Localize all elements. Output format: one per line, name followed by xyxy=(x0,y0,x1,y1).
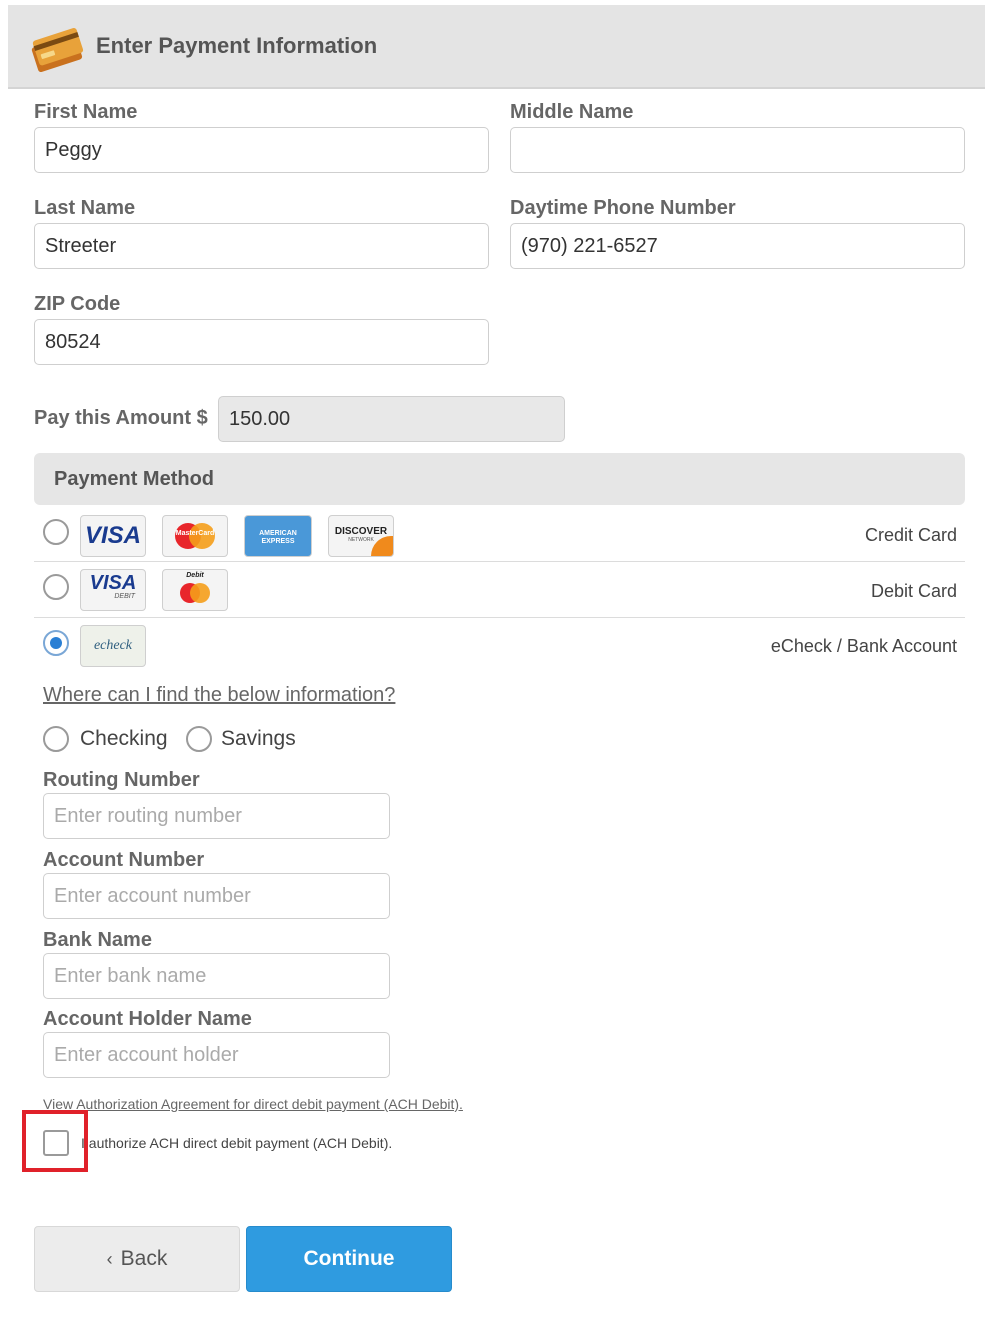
authorize-checkbox[interactable] xyxy=(43,1130,69,1156)
checking-label: Checking xyxy=(80,727,168,750)
page-title: Enter Payment Information xyxy=(96,33,378,58)
amount-label: Pay this Amount $ xyxy=(34,407,208,429)
phone-input[interactable] xyxy=(510,223,965,269)
discover-logo-subtext: NETWORK xyxy=(348,537,374,543)
first-name-input[interactable] xyxy=(34,127,489,173)
credit-cards-icon xyxy=(31,28,84,72)
debit-card-radio[interactable] xyxy=(43,574,69,600)
back-button[interactable]: ‹ Back xyxy=(34,1226,240,1292)
discover-logo: DISCOVER NETWORK xyxy=(328,515,394,557)
checking-radio[interactable] xyxy=(43,726,69,752)
bank-name-label: Bank Name xyxy=(43,929,152,951)
echeck-label: eCheck / Bank Account xyxy=(770,636,957,656)
debit-mastercard-logo-text: Debit xyxy=(186,572,204,579)
zip-label: ZIP Code xyxy=(34,293,121,315)
zip-input[interactable] xyxy=(34,319,489,365)
discover-logo-text: DISCOVER xyxy=(334,526,388,537)
page-header: Enter Payment Information xyxy=(8,5,985,89)
routing-number-input[interactable] xyxy=(43,793,390,839)
mastercard-logo: MasterCard xyxy=(162,515,228,557)
last-name-input[interactable] xyxy=(34,223,489,269)
echeck-radio[interactable] xyxy=(43,630,69,656)
amount-input[interactable] xyxy=(218,396,565,442)
continue-button[interactable]: Continue xyxy=(246,1226,452,1292)
account-number-input[interactable] xyxy=(43,873,390,919)
payment-method-title: Payment Method xyxy=(54,468,215,490)
help-link[interactable]: Where can I find the below information? xyxy=(43,684,395,707)
chevron-left-icon: ‹ xyxy=(106,1249,113,1269)
phone-label: Daytime Phone Number xyxy=(510,197,736,219)
payment-method-header: Payment Method xyxy=(34,453,965,505)
divider xyxy=(34,561,965,562)
middle-name-input[interactable] xyxy=(510,127,965,173)
middle-name-label: Middle Name xyxy=(510,101,634,123)
visa-debit-logo: VISA DEBIT xyxy=(80,569,146,611)
account-number-label: Account Number xyxy=(43,849,205,871)
debit-mastercard-circles-icon xyxy=(180,583,210,603)
routing-number-label: Routing Number xyxy=(43,769,200,791)
echeck-logo-text: echeck xyxy=(93,638,133,653)
echeck-logo: echeck xyxy=(80,625,146,667)
visa-debit-logo-subtext: DEBIT xyxy=(114,593,135,600)
visa-debit-logo-text: VISA xyxy=(89,572,137,594)
debit-mastercard-logo: Debit xyxy=(162,569,228,611)
account-holder-input[interactable] xyxy=(43,1032,390,1078)
divider xyxy=(34,617,965,618)
authorization-agreement-link[interactable]: View Authorization Agreement for direct … xyxy=(43,1096,463,1112)
mastercard-logo-text: MasterCard xyxy=(175,530,215,537)
savings-label: Savings xyxy=(221,727,296,750)
debit-card-label: Debit Card xyxy=(870,581,957,601)
amex-logo: AMERICAN EXPRESS xyxy=(244,515,312,557)
savings-radio[interactable] xyxy=(186,726,212,752)
account-holder-label: Account Holder Name xyxy=(43,1008,252,1030)
bank-name-input[interactable] xyxy=(43,953,390,999)
authorize-label: I authorize ACH direct debit payment (AC… xyxy=(81,1135,393,1151)
amex-logo-text: AMERICAN EXPRESS xyxy=(259,530,297,545)
credit-card-label: Credit Card xyxy=(864,525,957,545)
first-name-label: First Name xyxy=(34,101,138,123)
last-name-label: Last Name xyxy=(34,197,136,219)
continue-button-label: Continue xyxy=(303,1247,395,1270)
visa-logo-text: VISA xyxy=(84,522,141,549)
credit-card-radio[interactable] xyxy=(43,519,69,545)
visa-logo: VISA xyxy=(80,515,146,557)
back-button-label: Back xyxy=(120,1247,168,1270)
